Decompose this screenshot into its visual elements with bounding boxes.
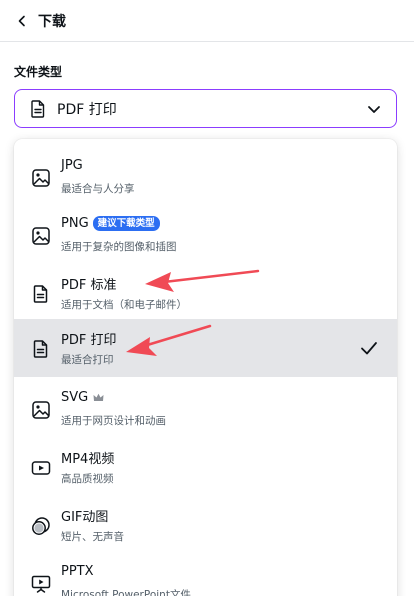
option-gif[interactable]: GIF动图 短片、无声音 — [14, 496, 397, 554]
document-icon — [33, 340, 48, 358]
file-type-dropdown: JPG 最适合与人分享 PNG 建议下载类型 适用于复杂的图像和插图 PDF 标… — [14, 139, 397, 596]
file-type-select[interactable]: PDF 打印 — [14, 89, 397, 128]
option-pdf-print[interactable]: PDF 打印 最适合打印 — [14, 319, 397, 377]
gif-icon — [32, 517, 50, 535]
option-label: PDF 标准 — [61, 278, 117, 293]
option-mp4[interactable]: MP4视频 高品质视频 — [14, 438, 397, 496]
option-subtitle: 适用于文档（和电子邮件） — [61, 299, 187, 311]
option-label: MP4视频 — [61, 452, 115, 467]
option-pdf-standard[interactable]: PDF 标准 适用于文档（和电子邮件） — [14, 264, 397, 322]
option-png[interactable]: PNG 建议下载类型 适用于复杂的图像和插图 — [14, 206, 397, 264]
option-subtitle: 短片、无声音 — [61, 531, 124, 543]
option-svg[interactable]: SVG 适用于网页设计和动画 — [14, 380, 397, 438]
checkmark-icon — [361, 342, 377, 355]
option-subtitle: 最适合打印 — [61, 354, 114, 366]
page-title: 下载 — [38, 13, 66, 30]
option-jpg[interactable]: JPG 最适合与人分享 — [14, 148, 397, 206]
back-button[interactable] — [14, 13, 30, 29]
option-label-text: SVG — [61, 390, 89, 405]
option-label: PDF 打印 — [61, 333, 117, 348]
option-label: PNG 建议下载类型 — [61, 216, 160, 231]
file-type-label: 文件类型 — [14, 65, 63, 79]
option-pptx[interactable]: PPTX Microsoft PowerPoint文件 — [14, 554, 397, 596]
option-subtitle: 最适合与人分享 — [61, 183, 135, 195]
option-label: JPG — [61, 158, 83, 173]
recommended-badge: 建议下载类型 — [92, 216, 160, 231]
option-label: PPTX — [61, 564, 94, 579]
document-icon — [31, 99, 45, 118]
option-label-text: PNG — [61, 216, 89, 231]
document-icon — [33, 285, 48, 303]
video-icon — [31, 461, 51, 475]
option-subtitle: 适用于复杂的图像和插图 — [61, 241, 177, 253]
file-type-select-value: PDF 打印 — [57, 101, 117, 118]
option-subtitle: Microsoft PowerPoint文件 — [61, 589, 191, 596]
image-icon — [32, 401, 50, 419]
option-subtitle: 高品质视频 — [61, 473, 114, 485]
option-label: SVG — [61, 390, 104, 405]
presentation-icon — [31, 575, 51, 593]
chevron-left-icon — [18, 15, 25, 26]
chevron-down-icon — [368, 106, 380, 113]
image-icon — [32, 169, 50, 187]
option-subtitle: 适用于网页设计和动画 — [61, 415, 166, 427]
option-label: GIF动图 — [61, 510, 109, 525]
header: 下载 — [0, 0, 414, 42]
crown-icon — [93, 393, 104, 401]
image-icon — [32, 227, 50, 245]
